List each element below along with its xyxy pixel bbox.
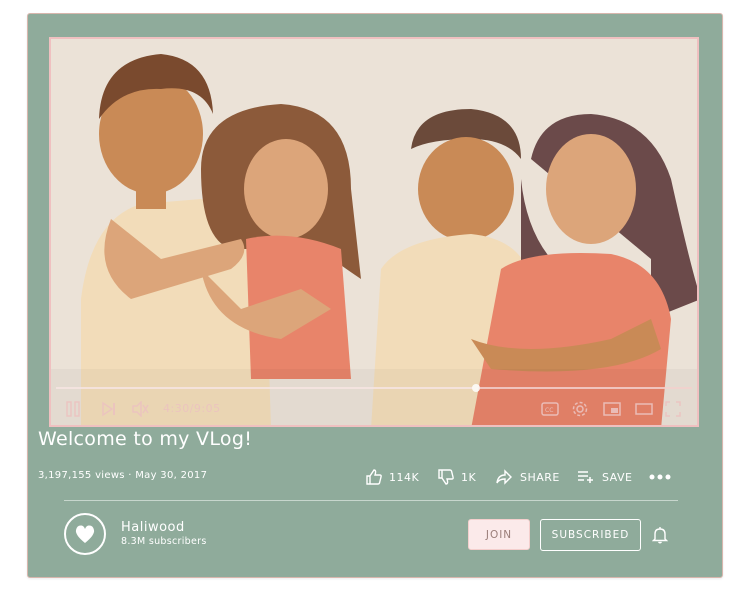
channel-name[interactable]: Haliwood <box>121 520 185 535</box>
video-meta: 3,197,155 views · May 30, 2017 <box>38 470 208 481</box>
thumbs-down-icon <box>438 469 454 485</box>
player-controls: 4:30/9:05 CC <box>51 395 697 423</box>
miniplayer-icon[interactable] <box>603 395 621 423</box>
theater-mode-icon[interactable] <box>635 395 653 423</box>
video-title: Welcome to my VLog! <box>38 428 253 450</box>
video-card: 4:30/9:05 CC <box>27 13 723 578</box>
playlist-add-icon <box>578 471 593 483</box>
settings-gear-icon[interactable] <box>571 395 589 423</box>
channel-avatar[interactable] <box>64 513 106 555</box>
time-display: 4:30/9:05 <box>163 402 221 415</box>
subscribed-button[interactable]: SUBSCRIBED <box>540 519 641 551</box>
share-button[interactable]: SHARE <box>495 466 560 488</box>
pause-icon[interactable] <box>65 395 81 423</box>
dislike-button[interactable]: 1K <box>437 466 476 488</box>
video-thumbnail-illustration <box>51 39 697 425</box>
section-divider <box>64 500 678 501</box>
svg-text:CC: CC <box>545 407 553 414</box>
thumbs-up-icon <box>366 469 382 485</box>
notification-bell-icon[interactable] <box>651 526 669 548</box>
more-options-button[interactable] <box>649 466 671 488</box>
save-label: SAVE <box>602 470 633 484</box>
volume-muted-icon[interactable] <box>131 395 149 423</box>
progress-fill <box>56 387 476 389</box>
captions-icon[interactable]: CC <box>541 395 559 423</box>
like-count: 114K <box>389 470 420 484</box>
share-arrow-icon <box>496 469 512 485</box>
save-button[interactable]: SAVE <box>577 466 632 488</box>
more-dots-icon <box>649 474 671 480</box>
heart-icon <box>75 525 95 543</box>
subscriber-count: 8.3M subscribers <box>121 536 207 547</box>
fullscreen-icon[interactable] <box>665 395 681 423</box>
progress-bar[interactable] <box>56 384 692 392</box>
video-player[interactable]: 4:30/9:05 CC <box>49 37 699 427</box>
like-button[interactable]: 114K <box>365 466 419 488</box>
dislike-count: 1K <box>461 470 477 484</box>
join-button[interactable]: JOIN <box>468 519 530 550</box>
progress-scrubber[interactable] <box>471 384 480 392</box>
skip-next-icon[interactable] <box>101 395 117 423</box>
share-label: SHARE <box>520 470 560 484</box>
